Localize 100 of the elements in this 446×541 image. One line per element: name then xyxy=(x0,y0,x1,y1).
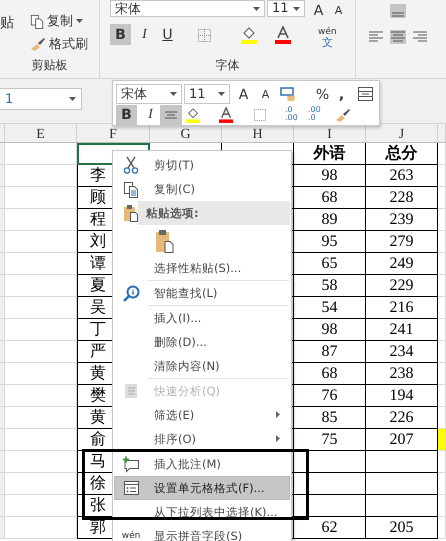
paste-button[interactable]: 贴 xyxy=(0,14,14,32)
row-header[interactable] xyxy=(0,341,5,363)
table-cell: 228 xyxy=(366,187,438,209)
table-cell: 194 xyxy=(366,385,438,407)
border-icon[interactable] xyxy=(198,29,211,42)
analysis-icon xyxy=(123,383,139,399)
table-cell: 76 xyxy=(294,385,366,407)
row-header[interactable] xyxy=(0,253,5,275)
select-all-corner[interactable] xyxy=(0,124,5,143)
fill-color-icon[interactable] xyxy=(186,107,201,123)
font-color-icon[interactable] xyxy=(275,26,292,44)
table-cell xyxy=(5,143,77,165)
row-header[interactable] xyxy=(0,429,5,451)
font-color-icon[interactable] xyxy=(219,107,234,123)
font-select[interactable]: 宋体 xyxy=(116,84,182,104)
row-header[interactable] xyxy=(0,451,5,473)
row-header[interactable] xyxy=(0,275,5,297)
menu-section-header: 粘贴选项: xyxy=(138,201,290,225)
table-cell: 87 xyxy=(294,341,366,363)
paste-option-icon[interactable] xyxy=(155,228,175,252)
align-icon[interactable] xyxy=(390,4,406,18)
caret-icon xyxy=(253,6,260,10)
border-icon[interactable] xyxy=(254,109,266,121)
font-size-select[interactable]: 11 xyxy=(184,84,230,104)
font-select[interactable]: 宋体 xyxy=(110,0,265,17)
underline-button[interactable]: U xyxy=(157,24,178,45)
align-center-icon[interactable] xyxy=(160,105,182,125)
column-header[interactable]: F xyxy=(77,124,150,143)
copy-icon xyxy=(30,14,44,28)
row-header[interactable] xyxy=(0,363,5,385)
table-cell: 外语 xyxy=(294,143,366,165)
decimal-label[interactable]: .0 xyxy=(308,114,321,122)
name-box[interactable]: 1 xyxy=(0,88,82,110)
decimal-label[interactable]: .00 xyxy=(285,114,298,122)
align-icon[interactable] xyxy=(412,30,428,44)
percent-button[interactable]: % xyxy=(312,84,333,105)
row-header[interactable] xyxy=(0,385,5,407)
table-icon[interactable] xyxy=(358,87,373,101)
grow-font-button[interactable]: A xyxy=(308,0,329,21)
column-header[interactable] xyxy=(438,124,446,143)
table-cell: 68 xyxy=(294,363,366,385)
table-cell xyxy=(5,187,77,209)
brush-icon[interactable] xyxy=(335,108,351,122)
fill-color-icon[interactable] xyxy=(241,26,258,44)
row-header[interactable] xyxy=(0,319,5,341)
copy-icon xyxy=(123,180,139,198)
table-cell xyxy=(5,429,77,451)
table-cell: 234 xyxy=(366,341,438,363)
row-header[interactable] xyxy=(0,517,5,539)
grow-font-button[interactable]: A xyxy=(233,84,254,105)
shrink-font-button[interactable]: A xyxy=(328,0,349,21)
table-cell: 89 xyxy=(294,209,366,231)
decimal-label[interactable]: .00 xyxy=(308,106,321,114)
row-header[interactable] xyxy=(0,209,5,231)
row-header[interactable] xyxy=(0,165,5,187)
caret-icon xyxy=(170,92,177,96)
table-cell: 58 xyxy=(294,275,366,297)
table-cell xyxy=(5,319,77,341)
shrink-font-button[interactable]: A xyxy=(255,84,276,105)
font-size-select[interactable]: 11 xyxy=(267,0,305,17)
row-header[interactable] xyxy=(0,231,5,253)
align-icon[interactable] xyxy=(368,30,384,44)
column-header[interactable]: E xyxy=(5,124,77,143)
table-cell xyxy=(5,231,77,253)
brush-icon xyxy=(30,37,46,51)
copy-button[interactable]: 复制 xyxy=(47,12,73,30)
table-cell: 62 xyxy=(294,517,366,539)
table-cell: 263 xyxy=(366,165,438,187)
italic-button[interactable]: I xyxy=(134,24,155,45)
table-cell: 98 xyxy=(294,319,366,341)
align-icon[interactable] xyxy=(390,30,406,44)
column-header[interactable]: J xyxy=(366,124,438,143)
row-header[interactable] xyxy=(0,407,5,429)
table-cell: 239 xyxy=(366,209,438,231)
caret-icon xyxy=(218,92,225,96)
pinyin-button[interactable]: 文 xyxy=(322,37,333,48)
row-header[interactable] xyxy=(0,297,5,319)
bold-button[interactable]: B xyxy=(110,24,131,45)
table-cell xyxy=(5,407,77,429)
comment-icon xyxy=(122,456,140,472)
decimal-label[interactable]: .0 xyxy=(285,106,298,114)
accounting-format-icon[interactable] xyxy=(280,87,296,101)
table-cell: 54 xyxy=(294,297,366,319)
row-header[interactable] xyxy=(0,143,5,165)
table-cell: 205 xyxy=(366,517,438,539)
bold-button[interactable]: B xyxy=(116,105,137,125)
table-cell: 98 xyxy=(294,165,366,187)
row-header[interactable] xyxy=(0,495,5,517)
table-cell xyxy=(5,495,77,517)
row-header[interactable] xyxy=(0,187,5,209)
comma-button[interactable]: , xyxy=(331,84,352,105)
group-label: 字体 xyxy=(214,57,240,74)
menu-item[interactable]: 设置单元格格式(F)... xyxy=(114,476,290,500)
scissors-icon xyxy=(123,156,139,174)
table-cell: 279 xyxy=(366,231,438,253)
italic-button[interactable]: I xyxy=(140,105,161,125)
format-painter-button[interactable]: 格式刷 xyxy=(49,35,88,53)
table-cell xyxy=(5,385,77,407)
row-header[interactable] xyxy=(0,473,5,495)
table-cell: 95 xyxy=(294,231,366,253)
